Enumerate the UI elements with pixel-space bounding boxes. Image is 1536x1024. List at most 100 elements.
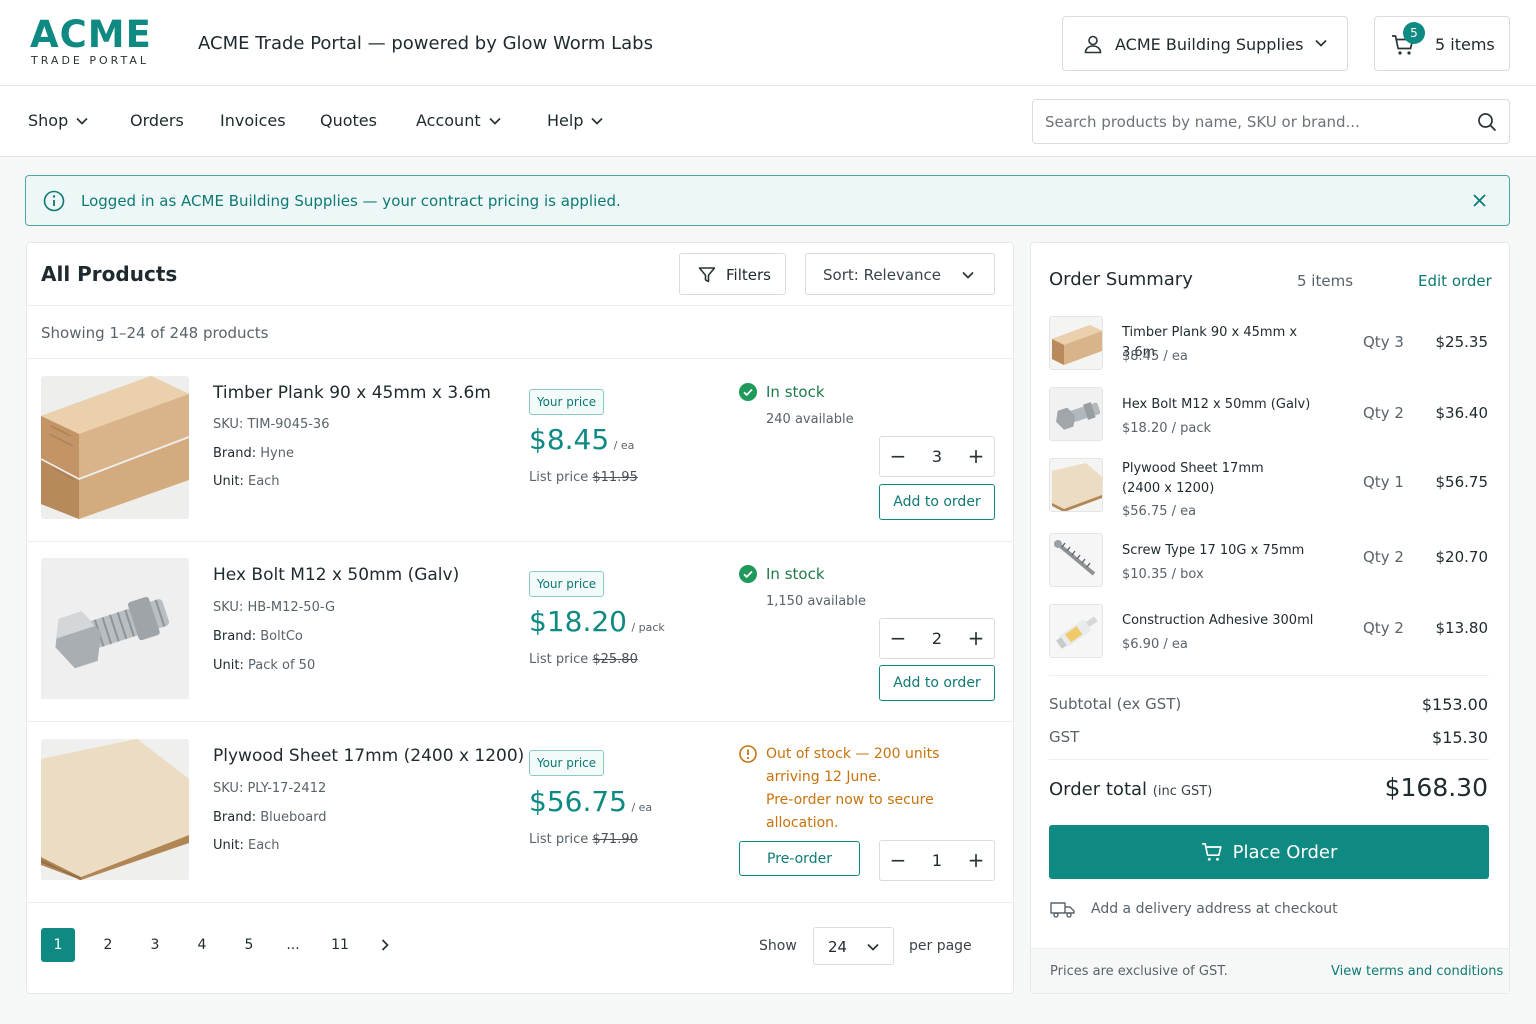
minus-icon[interactable]: − xyxy=(880,437,916,476)
logo[interactable]: ACME xyxy=(30,14,152,56)
nav-help[interactable]: Help xyxy=(547,111,604,130)
product-image-bolt[interactable] xyxy=(41,558,189,701)
page-title: All Products xyxy=(41,262,178,286)
nav-account[interactable]: Account xyxy=(416,111,501,130)
pre-order-button[interactable]: Pre-order xyxy=(739,841,860,876)
minus-icon[interactable]: − xyxy=(880,841,916,880)
page-ellipsis: ... xyxy=(286,937,300,953)
nav-orders[interactable]: Orders xyxy=(130,111,184,130)
line-item-thumb xyxy=(1049,533,1103,587)
sku-value: HB-M12-50-G xyxy=(247,600,336,615)
product-name[interactable]: Hex Bolt M12 x 50mm (Galv) xyxy=(213,565,459,585)
close-icon[interactable] xyxy=(1472,193,1487,208)
per-page-select[interactable]: 24 xyxy=(813,927,894,965)
unit-value: Each xyxy=(247,474,280,489)
product-name[interactable]: Timber Plank 90 x 45mm x 3.6m xyxy=(213,383,491,403)
product-sku: SKU: HB-M12-50-G xyxy=(213,600,335,615)
order-total-value: $168.30 xyxy=(1384,773,1488,802)
place-order-button[interactable]: Place Order xyxy=(1049,825,1489,879)
quantity-stepper[interactable]: − 1 + xyxy=(879,840,995,881)
stock-line: allocation. xyxy=(766,815,839,831)
delivery-note: Add a delivery address at checkout xyxy=(1091,901,1338,917)
nav-quotes[interactable]: Quotes xyxy=(320,111,377,130)
quantity-stepper[interactable]: − 3 + xyxy=(879,436,995,477)
your-price-tag: Your price xyxy=(529,389,604,415)
sku-label: SKU: xyxy=(213,417,244,432)
page-3[interactable]: 3 xyxy=(138,928,172,962)
edit-order-link[interactable]: Edit order xyxy=(1418,272,1492,290)
product-row: Hex Bolt M12 x 50mm (Galv) SKU: HB-M12-5… xyxy=(27,541,1013,721)
per-page-value: 24 xyxy=(828,938,848,956)
minus-icon[interactable]: − xyxy=(880,619,916,658)
brand-label: Brand: xyxy=(213,810,257,825)
stock-line: Pre-order now to secure xyxy=(766,792,934,808)
product-image-plywood[interactable] xyxy=(41,739,189,882)
search-input[interactable] xyxy=(1045,100,1465,143)
page-5[interactable]: 5 xyxy=(232,928,266,962)
cart-button[interactable]: 5 5 items xyxy=(1374,16,1510,71)
unit-label: Unit: xyxy=(213,838,244,853)
stock-status: In stock xyxy=(766,383,825,401)
add-to-order-button[interactable]: Add to order xyxy=(879,484,995,520)
page-1[interactable]: 1 xyxy=(41,928,75,962)
quantity-value[interactable]: 3 xyxy=(916,437,958,476)
nav-label: Invoices xyxy=(220,111,286,130)
list-price-value: $25.80 xyxy=(592,652,638,667)
total-label-text: Order total xyxy=(1049,779,1148,800)
nav-shop[interactable]: Shop xyxy=(28,111,88,130)
app-title: ACME Trade Portal — powered by Glow Worm… xyxy=(198,33,653,54)
list-price: List price $11.95 xyxy=(529,470,638,485)
list-price-label: List price xyxy=(529,652,589,667)
order-summary-title: Order Summary xyxy=(1049,269,1193,290)
search-icon[interactable] xyxy=(1477,112,1497,132)
gst-footnote: Prices are exclusive of GST. xyxy=(1050,964,1228,979)
line-item-qty: Qty 2 xyxy=(1363,619,1404,637)
quantity-value[interactable]: 2 xyxy=(916,619,958,658)
order-item-count: 5 items xyxy=(1297,272,1354,290)
product-name[interactable]: Plywood Sheet 17mm (2400 x 1200) xyxy=(213,746,524,766)
quantity-value[interactable]: 1 xyxy=(916,841,958,880)
page-2[interactable]: 2 xyxy=(91,928,125,962)
plus-icon[interactable]: + xyxy=(958,841,994,880)
page-11[interactable]: 11 xyxy=(323,928,357,962)
product-row: Plywood Sheet 17mm (2400 x 1200) SKU: PL… xyxy=(27,722,1013,902)
filters-button[interactable]: Filters xyxy=(679,253,786,295)
plus-icon[interactable]: + xyxy=(958,619,994,658)
line-item-name: Screw Type 17 10G x 75mm xyxy=(1122,543,1305,558)
line-item-total: $56.75 xyxy=(1435,473,1489,491)
pricing-info-banner: Logged in as ACME Building Supplies — yo… xyxy=(25,175,1510,226)
chevron-right-icon[interactable] xyxy=(381,939,389,951)
line-item-total: $20.70 xyxy=(1435,548,1489,566)
line-item-qty: Qty 2 xyxy=(1363,548,1404,566)
chevron-down-icon xyxy=(867,943,879,951)
quantity-stepper[interactable]: − 2 + xyxy=(879,618,995,659)
sku-label: SKU: xyxy=(213,781,244,796)
account-switcher-button[interactable]: ACME Building Supplies xyxy=(1062,16,1348,71)
page-4[interactable]: 4 xyxy=(185,928,219,962)
product-image-timber[interactable] xyxy=(41,376,189,519)
logo-subtitle: TRADE PORTAL xyxy=(31,54,150,67)
product-price: $8.45 xyxy=(529,423,610,456)
line-item-name: Construction Adhesive 300ml xyxy=(1122,613,1314,628)
line-item-name-part: Plywood Sheet 17mm xyxy=(1122,461,1264,476)
sku-value: TIM-9045-36 xyxy=(247,417,330,432)
check-circle-icon xyxy=(739,383,757,401)
terms-link[interactable]: View terms and conditions xyxy=(1331,964,1503,979)
sort-select[interactable]: Sort: Relevance xyxy=(805,253,995,295)
search-box xyxy=(1032,99,1510,144)
sort-value: Sort: Relevance xyxy=(823,266,941,284)
place-order-label: Place Order xyxy=(1232,841,1338,863)
add-to-order-button[interactable]: Add to order xyxy=(879,665,995,701)
brand-value: Hyne xyxy=(260,446,294,461)
nav-invoices[interactable]: Invoices xyxy=(220,111,286,130)
plus-icon[interactable]: + xyxy=(958,437,994,476)
order-total-label: Order total (inc GST) xyxy=(1049,779,1212,800)
product-unit: Unit: Pack of 50 xyxy=(213,658,315,673)
product-brand: Brand: Blueboard xyxy=(213,810,327,825)
line-item-thumb xyxy=(1049,458,1103,512)
chevron-down-icon xyxy=(962,271,974,279)
list-price-value: $11.95 xyxy=(592,470,638,485)
price-unit: / pack xyxy=(631,621,665,634)
product-brand: Brand: BoltCo xyxy=(213,629,303,644)
line-item-unit-price: $8.45 / ea xyxy=(1122,349,1188,364)
